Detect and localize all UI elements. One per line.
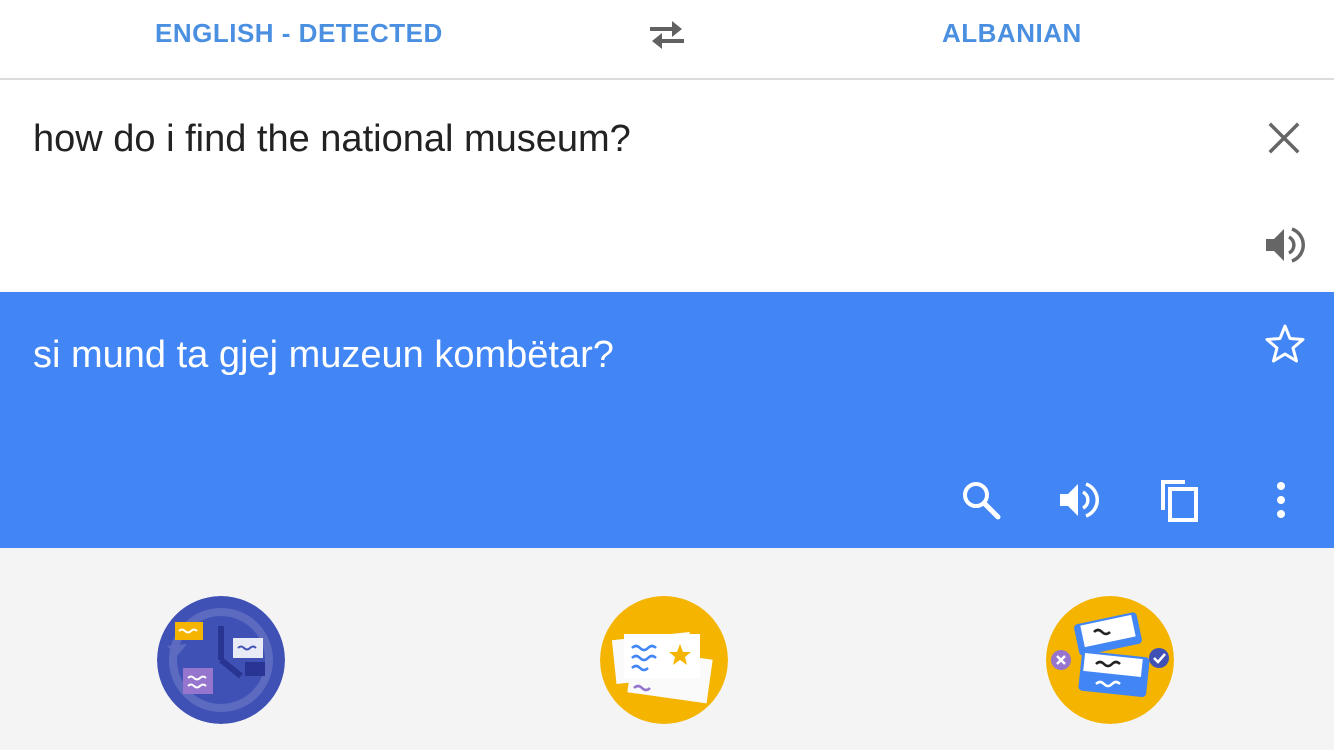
close-icon — [1268, 122, 1300, 154]
copy-icon — [1161, 480, 1198, 522]
star-outline-icon — [1265, 324, 1305, 363]
source-text-input[interactable]: how do i find the national museum? — [33, 118, 631, 161]
clear-input-button[interactable] — [1264, 118, 1304, 158]
copy-translation-button[interactable] — [1157, 478, 1201, 522]
speak-source-button[interactable] — [1263, 223, 1307, 267]
translated-text: si mund ta gjej muzeun kombëtar? — [33, 334, 614, 376]
search-icon — [963, 482, 1001, 520]
volume-icon — [1266, 227, 1305, 263]
volume-icon — [1060, 482, 1099, 518]
saved-translations-promo[interactable] — [600, 596, 728, 724]
source-language-button[interactable]: ENGLISH - DETECTED — [155, 16, 443, 50]
translation-result-card: si mund ta gjej muzeun kombëtar? — [0, 292, 1334, 548]
feature-promos-area — [0, 548, 1334, 750]
swap-horizontal-icon — [650, 21, 684, 49]
phrasebook-sync-illustration — [157, 596, 285, 724]
flashcards-illustration — [1046, 596, 1174, 724]
more-vert-icon — [1277, 482, 1285, 518]
source-input-area: how do i find the national museum? — [0, 80, 1334, 292]
target-language-button[interactable]: ALBANIAN — [942, 16, 1082, 50]
search-translation-button[interactable] — [959, 478, 1003, 522]
swap-languages-button[interactable] — [646, 17, 688, 51]
speak-translation-button[interactable] — [1057, 478, 1101, 522]
phrasebook-sync-promo[interactable] — [157, 596, 285, 724]
more-options-button[interactable] — [1259, 478, 1303, 522]
save-translation-button[interactable] — [1263, 322, 1307, 366]
saved-cards-illustration — [600, 596, 728, 724]
language-bar: ENGLISH - DETECTED ALBANIAN — [0, 0, 1334, 80]
flashcards-promo[interactable] — [1046, 596, 1174, 724]
